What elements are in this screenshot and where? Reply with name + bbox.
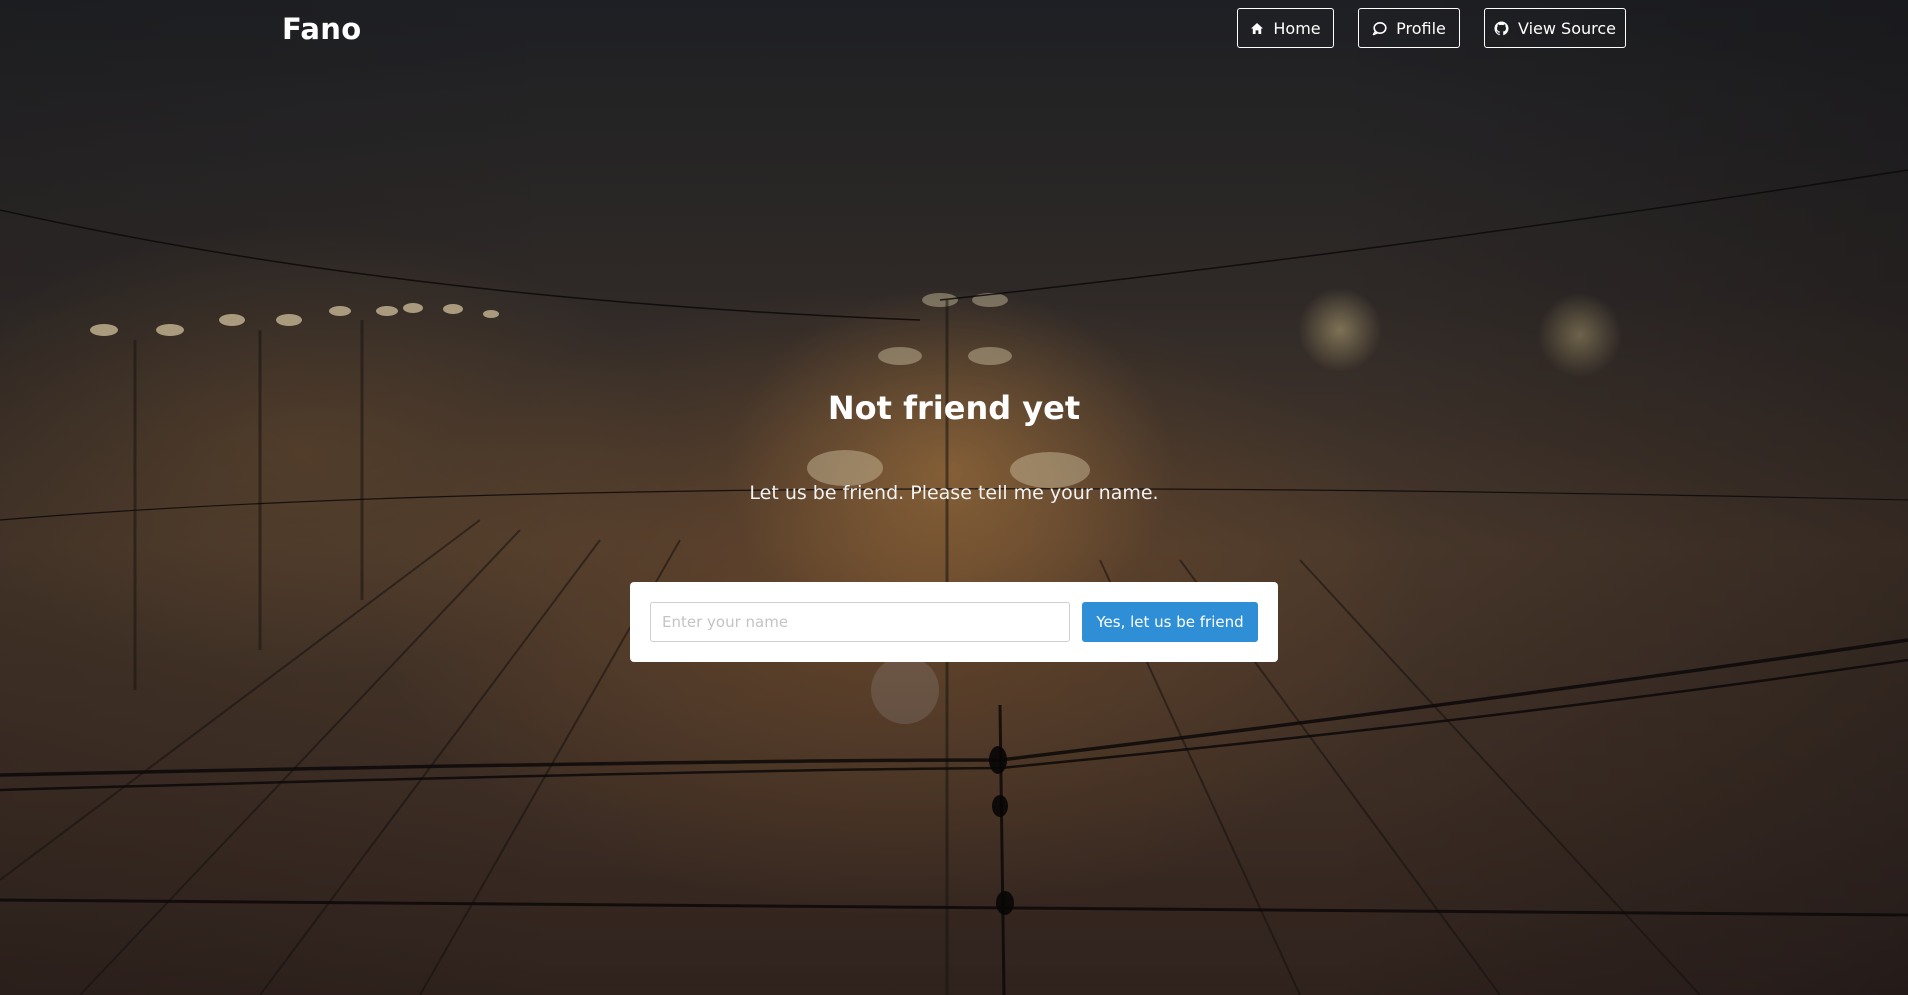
nav-home-button[interactable]: Home xyxy=(1237,8,1334,48)
page-title: Not friend yet xyxy=(827,389,1081,427)
page-subtitle: Let us be friend. Please tell me your na… xyxy=(749,482,1159,504)
page: Fano Home Profile View Source Not friend… xyxy=(0,0,1908,995)
name-input[interactable] xyxy=(650,602,1070,642)
home-icon xyxy=(1250,22,1264,35)
brand-logo[interactable]: Fano xyxy=(282,10,361,48)
nav-view-source-label: View Source xyxy=(1517,18,1616,38)
submit-friend-button[interactable]: Yes, let us be friend xyxy=(1082,602,1258,642)
nav-view-source-button[interactable]: View Source xyxy=(1484,8,1626,48)
nav-profile-button[interactable]: Profile xyxy=(1358,8,1460,48)
name-form-card: Yes, let us be friend xyxy=(630,582,1278,662)
navbar: Fano Home Profile View Source xyxy=(0,0,1908,56)
nav-home-label: Home xyxy=(1273,18,1321,38)
comment-icon xyxy=(1372,21,1387,36)
nav-profile-label: Profile xyxy=(1396,18,1446,38)
github-icon xyxy=(1494,20,1509,36)
